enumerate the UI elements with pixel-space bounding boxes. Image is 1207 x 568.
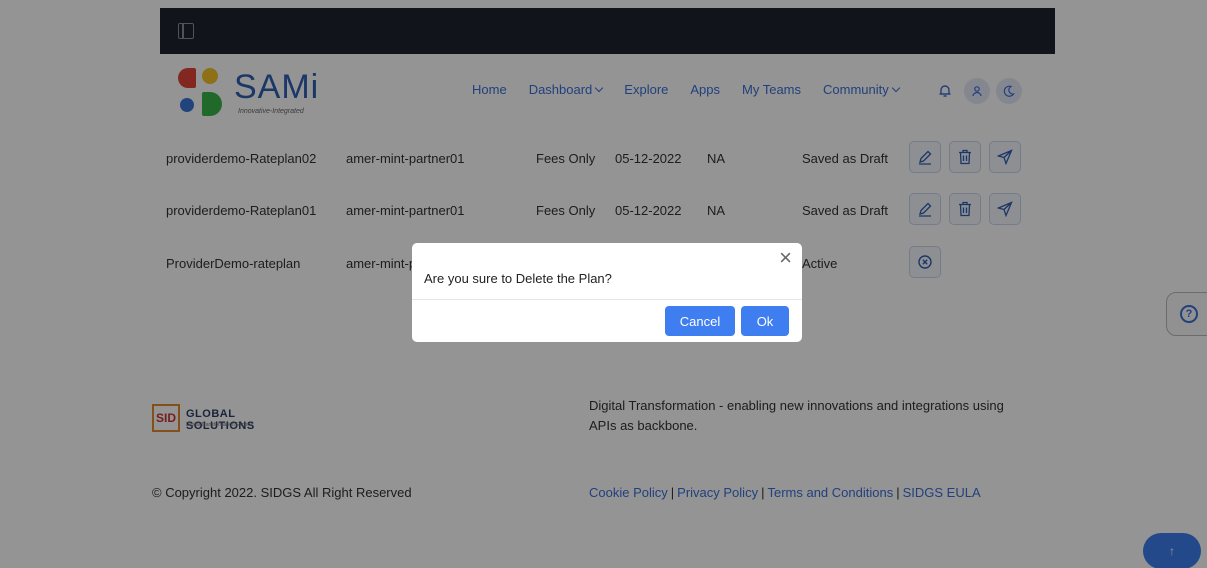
dialog-message: Are you sure to Delete the Plan? xyxy=(424,271,612,286)
close-icon[interactable]: × xyxy=(779,247,792,269)
confirm-delete-dialog: × Are you sure to Delete the Plan? Cance… xyxy=(412,243,802,342)
ok-button[interactable]: Ok xyxy=(741,306,789,336)
dialog-divider xyxy=(412,299,802,300)
cancel-button[interactable]: Cancel xyxy=(665,306,735,336)
